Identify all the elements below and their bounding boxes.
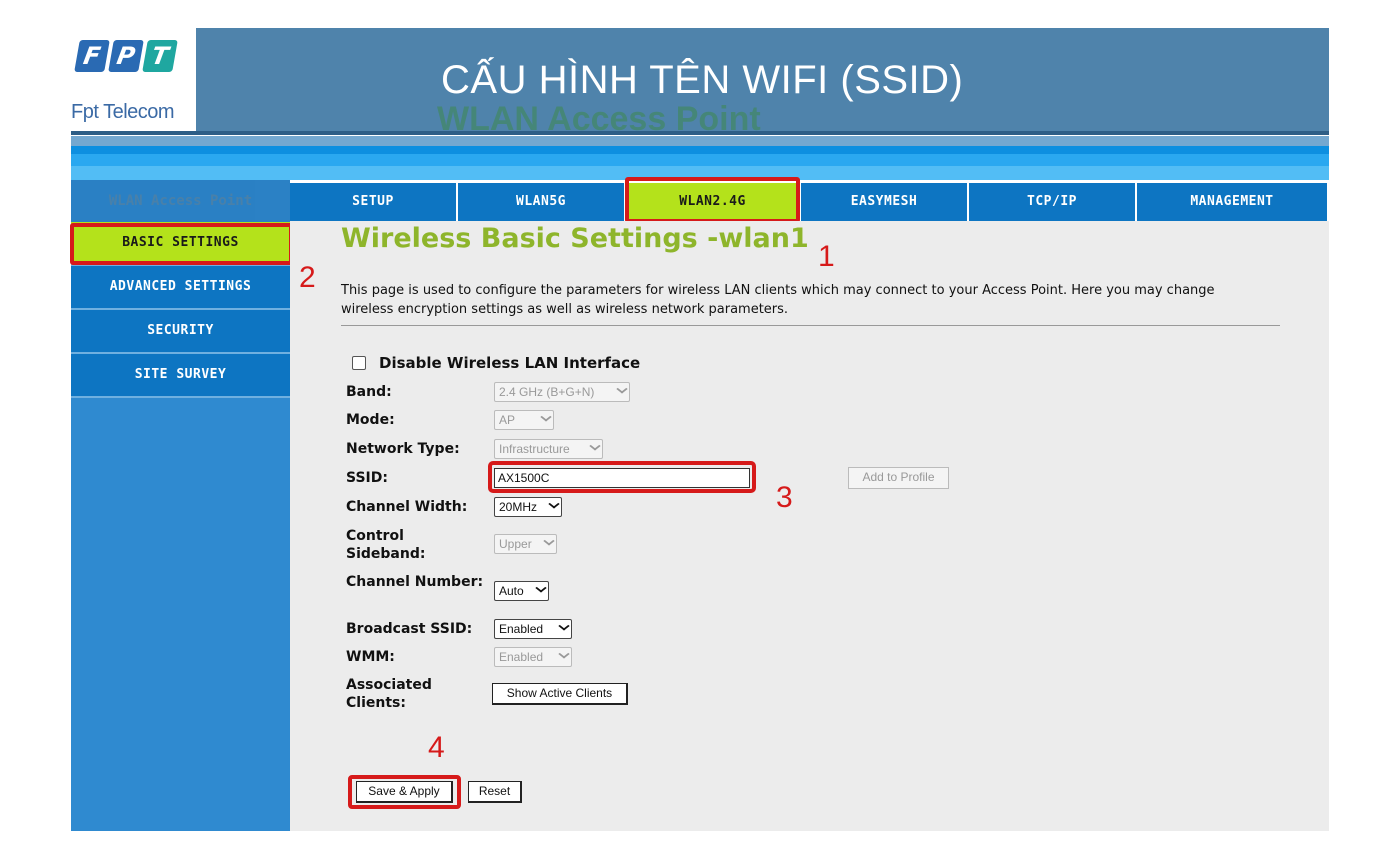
page-description: This page is used to configure the param… — [341, 283, 1215, 317]
header-banner: F P T Fpt Telecom WLAN Access Point CẤU … — [71, 28, 1329, 138]
logo-caption: Fpt Telecom — [71, 101, 175, 123]
step-marker-3: 3 — [776, 481, 793, 514]
tab-setup[interactable]: SETUP — [290, 183, 456, 221]
step-marker-2: 2 — [299, 261, 316, 294]
control-sideband-select[interactable]: Upper — [494, 534, 557, 554]
ssid-highlight — [488, 461, 756, 493]
network-type-select[interactable]: Infrastructure — [494, 439, 603, 459]
chevron-down-icon — [535, 583, 547, 593]
content-divider — [341, 325, 1280, 326]
logo-letters: F P T — [74, 40, 178, 72]
banner-title: CẤU HÌNH TÊN WIFI (SSID) — [441, 58, 964, 102]
network-type-value: Infrastructure — [499, 442, 570, 456]
broadcast-ssid-label: Broadcast SSID: — [346, 621, 473, 637]
wmm-select[interactable]: Enabled — [494, 647, 572, 667]
banner-divider — [71, 131, 1329, 135]
main-content: Wireless Basic Settings -wlan1 This page… — [290, 221, 1329, 831]
tab-management[interactable]: MANAGEMENT — [1137, 183, 1327, 221]
band-select[interactable]: 2.4 GHz (B+G+N) — [494, 382, 630, 402]
logo-letter-p: P — [108, 40, 144, 72]
sidebar-item-advanced-settings[interactable]: ADVANCED SETTINGS — [71, 266, 290, 310]
chevron-down-icon — [616, 384, 628, 394]
control-sideband-value: Upper — [499, 537, 532, 551]
step-marker-4: 4 — [428, 731, 445, 764]
chevron-down-icon — [558, 649, 570, 659]
ssid-label: SSID: — [346, 470, 388, 486]
chevron-down-icon — [589, 441, 601, 451]
sidebar-item-basic-settings[interactable]: BASIC SETTINGS — [70, 222, 293, 266]
disable-wlan-checkbox[interactable] — [352, 356, 366, 370]
channel-width-select[interactable]: 20MHz — [494, 497, 562, 517]
disable-wlan-row: Disable Wireless LAN Interface — [352, 354, 640, 372]
sidebar-header: WLAN Access Point — [71, 180, 290, 222]
band-label: Band: — [346, 384, 392, 400]
chevron-down-icon — [540, 412, 552, 422]
channel-number-label: Channel Number: — [346, 574, 484, 590]
associated-clients-label: Associated Clients: — [346, 677, 432, 711]
save-apply-button[interactable]: Save & Apply — [356, 781, 453, 803]
sidebar-item-site-survey[interactable]: SITE SURVEY — [71, 354, 290, 398]
tab-wlan24g[interactable]: WLAN2.4G — [625, 177, 800, 223]
wmm-value: Enabled — [499, 650, 544, 664]
step-marker-1: 1 — [818, 240, 835, 273]
mode-select[interactable]: AP — [494, 410, 554, 430]
broadcast-ssid-value: Enabled — [499, 622, 544, 636]
channel-width-value: 20MHz — [499, 500, 538, 514]
band-value: 2.4 GHz (B+G+N) — [499, 385, 595, 399]
sidebar: WLAN Access Point BASIC SETTINGS ADVANCE… — [70, 180, 293, 831]
wmm-label: WMM: — [346, 649, 395, 665]
tab-wlan5g[interactable]: WLAN5G — [458, 183, 624, 221]
mode-value: AP — [499, 413, 516, 427]
chevron-down-icon — [543, 536, 555, 546]
chevron-down-icon — [548, 499, 560, 509]
channel-number-value: Auto — [499, 584, 524, 598]
network-type-label: Network Type: — [346, 441, 460, 457]
tab-easymesh[interactable]: EASYMESH — [801, 183, 967, 221]
broadcast-ssid-select[interactable]: Enabled — [494, 619, 572, 639]
tab-tcpip[interactable]: TCP/IP — [969, 183, 1135, 221]
sidebar-item-security[interactable]: SECURITY — [71, 310, 290, 354]
chevron-down-icon — [558, 621, 570, 631]
logo-letter-t: T — [142, 40, 178, 72]
channel-number-select[interactable]: Auto — [494, 581, 549, 601]
show-active-clients-button[interactable]: Show Active Clients — [492, 683, 628, 705]
reset-button[interactable]: Reset — [468, 781, 522, 803]
logo-letter-f: F — [74, 40, 110, 72]
control-sideband-label: Control Sideband: — [346, 528, 426, 562]
top-nav: SETUP WLAN5G WLAN2.4G EASYMESH TCP/IP MA… — [290, 177, 1329, 223]
page-title: Wireless Basic Settings -wlan1 — [341, 223, 809, 254]
channel-width-label: Channel Width: — [346, 499, 468, 515]
fpt-logo: F P T Fpt Telecom — [71, 28, 196, 132]
header-stripe — [71, 136, 1329, 180]
mode-label: Mode: — [346, 412, 395, 428]
disable-wlan-label: Disable Wireless LAN Interface — [379, 354, 641, 372]
add-to-profile-button[interactable]: Add to Profile — [848, 467, 949, 489]
